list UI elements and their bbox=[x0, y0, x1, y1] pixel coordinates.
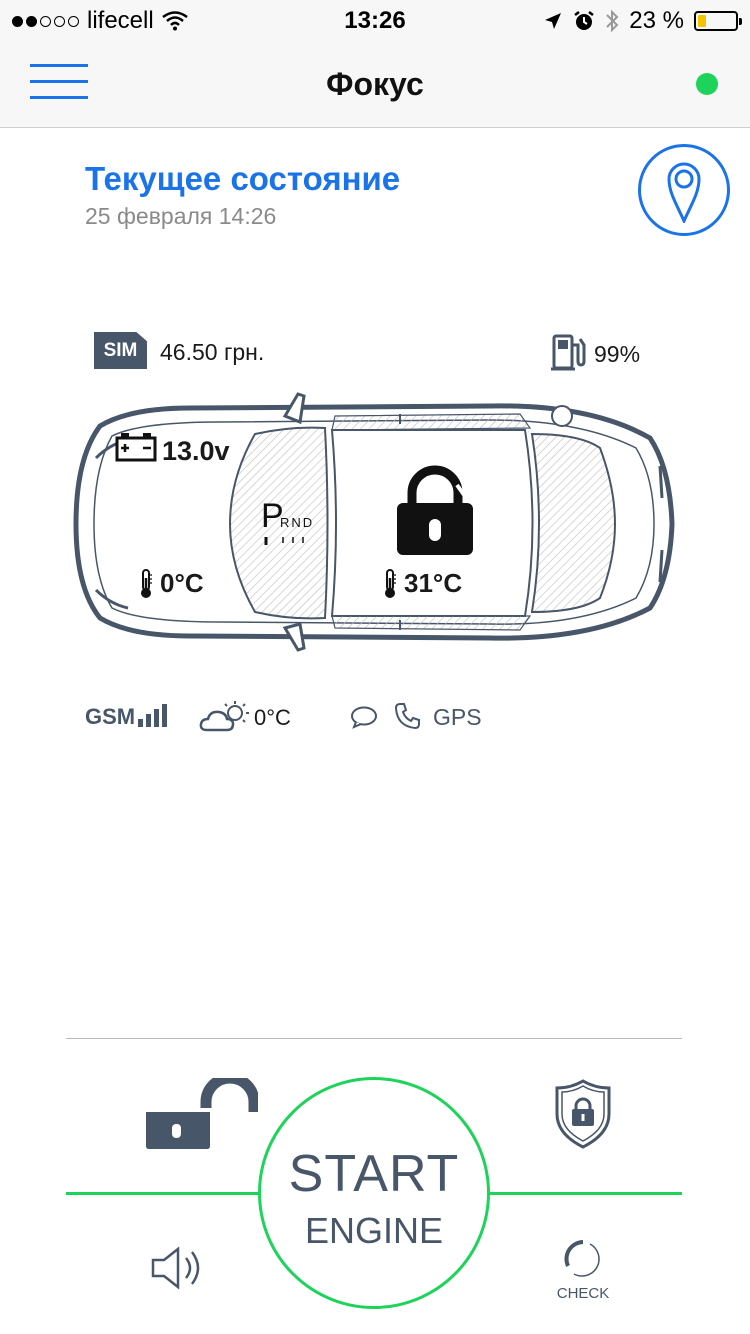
gsm-bar bbox=[162, 704, 168, 727]
battery-voltage: 13.0v bbox=[162, 436, 230, 466]
battery-fill bbox=[698, 15, 706, 27]
status-timestamp: 25 февраля 14:26 bbox=[85, 203, 277, 229]
location-arrow-icon bbox=[545, 13, 562, 29]
gps-label: GPS bbox=[433, 704, 482, 730]
fuel-pump-icon bbox=[551, 334, 586, 371]
gsm-bars-icon bbox=[138, 704, 168, 727]
lock-status-icon bbox=[397, 465, 473, 555]
start-line-right bbox=[486, 1192, 682, 1195]
gsm-bar bbox=[138, 719, 144, 727]
nav-title: Фокус bbox=[326, 66, 424, 102]
gsm-label: GSM bbox=[85, 704, 136, 729]
gear-selector-indicator: P RND bbox=[261, 497, 314, 545]
engine-label: ENGINE bbox=[304, 1210, 444, 1251]
map-pin-icon bbox=[667, 162, 701, 223]
check-label: CHECK bbox=[556, 1285, 610, 1302]
controls-divider bbox=[66, 1038, 682, 1039]
outside-temperature: 0°C bbox=[254, 705, 291, 730]
car-battery-icon bbox=[115, 433, 157, 462]
app-screen: lifecell 13:26 23 % Фокус Текущее состоя… bbox=[0, 0, 750, 1334]
map-location-button[interactable] bbox=[638, 144, 730, 236]
sim-balance: 46.50 грн. bbox=[160, 339, 265, 365]
battery-percent: 23 % bbox=[629, 7, 684, 34]
start-engine-button[interactable]: START ENGINE bbox=[258, 1077, 490, 1309]
cabin-thermometer-icon bbox=[385, 569, 396, 598]
gsm-bar bbox=[146, 714, 152, 727]
sim-badge: SIM bbox=[94, 332, 147, 369]
engine-temperature: 0°C bbox=[160, 568, 204, 598]
engine-thermometer-icon bbox=[141, 569, 152, 598]
start-line-left bbox=[66, 1192, 262, 1195]
nav-bar: Фокус bbox=[0, 40, 750, 128]
fuel-level: 99% bbox=[594, 341, 641, 367]
gear-others: RND bbox=[280, 515, 314, 530]
sms-icon bbox=[351, 706, 377, 729]
car-top-view bbox=[73, 392, 675, 652]
gsm-bar bbox=[154, 709, 160, 727]
speaker-icon[interactable] bbox=[150, 1246, 204, 1290]
refresh-icon bbox=[564, 1240, 600, 1277]
battery-icon bbox=[694, 11, 742, 31]
phone-call-icon bbox=[394, 703, 420, 730]
cabin-temperature: 31°C bbox=[404, 568, 463, 598]
check-status-button[interactable]: CHECK bbox=[553, 1236, 613, 1306]
weather-cloud-sun-icon bbox=[199, 701, 249, 732]
gsm-signal-indicator: GSM bbox=[85, 704, 168, 730]
bluetooth-icon bbox=[606, 9, 619, 33]
unlock-button[interactable] bbox=[144, 1078, 258, 1150]
security-shield-button[interactable] bbox=[553, 1078, 613, 1150]
status-bar: lifecell 13:26 23 % bbox=[0, 0, 750, 40]
connection-status-dot bbox=[696, 73, 718, 95]
status-right: 23 % bbox=[543, 7, 742, 35]
page-title: Текущее состояние bbox=[85, 160, 401, 197]
alarm-icon bbox=[574, 11, 595, 30]
start-label: START bbox=[288, 1145, 460, 1203]
